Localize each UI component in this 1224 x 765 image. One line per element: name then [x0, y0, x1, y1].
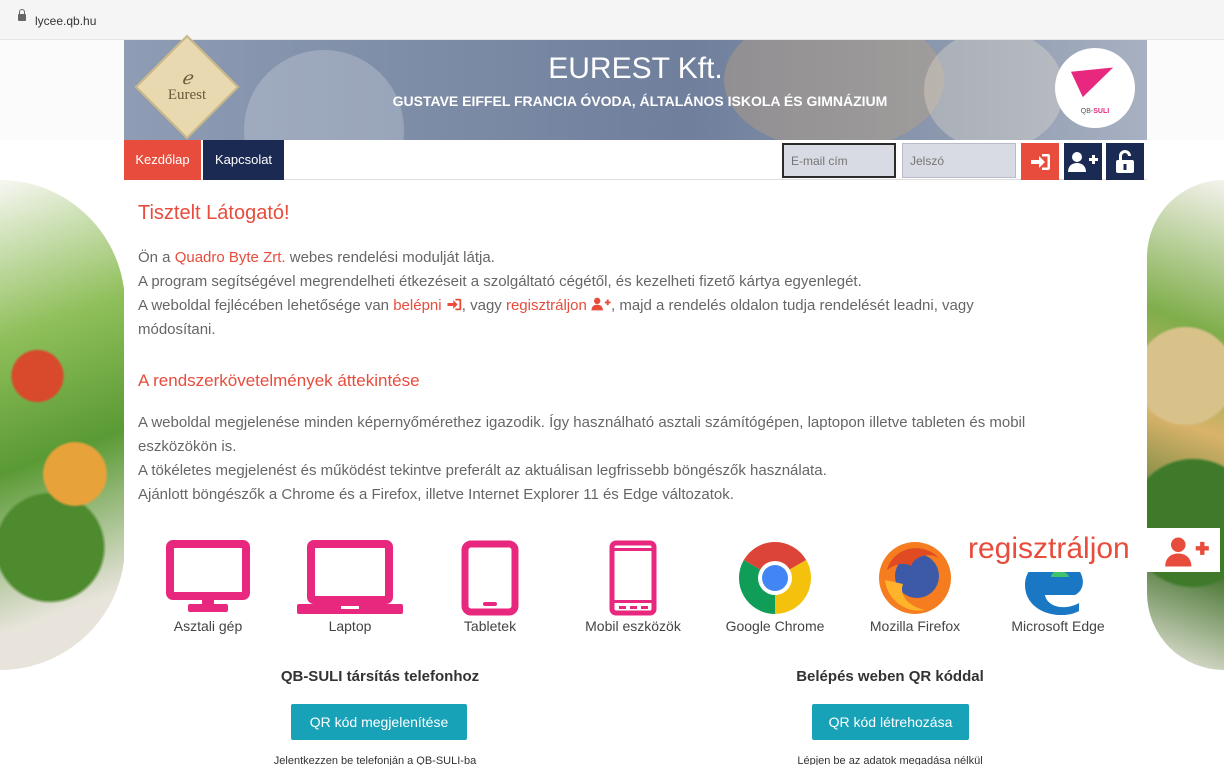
- laptop-icon: [297, 540, 403, 614]
- unlock-button[interactable]: [1106, 143, 1144, 180]
- quadro-byte-link[interactable]: Quadro Byte Zrt.: [175, 249, 286, 266]
- login-link[interactable]: belépni: [393, 297, 441, 314]
- qb-pairing-note: Jelentkezzen be telefonján a QB-SULI-ba: [273, 755, 477, 765]
- email-input[interactable]: [782, 143, 896, 178]
- welcome-line-4: módosítani.: [138, 321, 216, 338]
- device-label-laptop: Laptop: [328, 618, 372, 634]
- device-label-mobile: Mobil eszközök: [585, 618, 681, 634]
- welcome-line-3: A weboldal fejlécében lehetősége van bel…: [138, 297, 974, 314]
- firefox-icon: [879, 542, 951, 614]
- device-label-desktop: Asztali gép: [173, 618, 243, 634]
- register-tooltip: regisztráljon: [962, 528, 1220, 572]
- requirements-line-3: A tökéletes megjelenést és működést teki…: [138, 462, 827, 479]
- welcome-line-1: Ön a Quadro Byte Zrt. webes rendelési mo…: [138, 249, 495, 266]
- device-label-chrome: Google Chrome: [725, 618, 825, 634]
- user-plus-icon: [1165, 537, 1209, 567]
- welcome-line-2: A program segítségével megrendelheti étk…: [138, 273, 862, 290]
- requirements-line-1: A weboldal megjelenése minden képernyőmé…: [138, 414, 1026, 431]
- user-plus-icon: [1068, 151, 1098, 172]
- chrome-icon: [738, 542, 812, 614]
- browser-address-bar[interactable]: lycee.qb.hu: [0, 0, 1224, 40]
- unlock-icon: [1116, 149, 1134, 173]
- qb-pairing-title: QB-SULI társítás telefonhoz: [280, 668, 480, 685]
- device-label-edge: Microsoft Edge: [1011, 618, 1105, 634]
- register-button[interactable]: [1064, 143, 1102, 180]
- login-button[interactable]: [1021, 143, 1059, 180]
- qb-suli-logo-text: QB-SULI: [1080, 108, 1110, 115]
- food-decoration-right: [1147, 180, 1224, 670]
- requirements-title: A rendszerkövetelmények áttekintése: [138, 371, 420, 390]
- mobile-icon: [609, 540, 657, 616]
- nav-home[interactable]: Kezdőlap: [124, 140, 201, 180]
- device-label-tablet: Tabletek: [463, 618, 517, 634]
- welcome-title: Tisztelt Látogató!: [138, 202, 290, 224]
- device-label-firefox: Mozilla Firefox: [869, 618, 961, 634]
- food-decoration-left: [0, 180, 125, 670]
- create-qr-button[interactable]: QR kód létrehozása: [812, 704, 969, 740]
- sign-in-icon: [447, 298, 461, 311]
- desktop-icon: [166, 540, 250, 612]
- sign-in-icon: [1031, 153, 1050, 170]
- qr-login-title: Belépés weben QR kóddal: [796, 668, 984, 685]
- school-subtitle: GUSTAVE EIFFEL FRANCIA ÓVODA, ÁLTALÁNOS …: [392, 93, 888, 109]
- register-link[interactable]: regisztráljon: [506, 297, 587, 314]
- lock-icon: [18, 9, 26, 21]
- tablet-icon: [461, 540, 519, 616]
- qr-login-note: Lépjen be az adatok megadása nélkül: [797, 755, 983, 765]
- show-qr-button[interactable]: QR kód megjelenítése: [291, 704, 467, 740]
- user-plus-icon: [591, 297, 611, 311]
- requirements-line-4: Ajánlott böngészők a Chrome és a Firefox…: [138, 486, 734, 503]
- company-title: EUREST Kft.: [548, 52, 723, 85]
- password-input[interactable]: [902, 143, 1016, 178]
- nav-contact[interactable]: Kapcsolat: [203, 140, 284, 180]
- requirements-line-2: eszközökön is.: [138, 438, 237, 455]
- url-text[interactable]: lycee.qb.hu: [35, 14, 96, 28]
